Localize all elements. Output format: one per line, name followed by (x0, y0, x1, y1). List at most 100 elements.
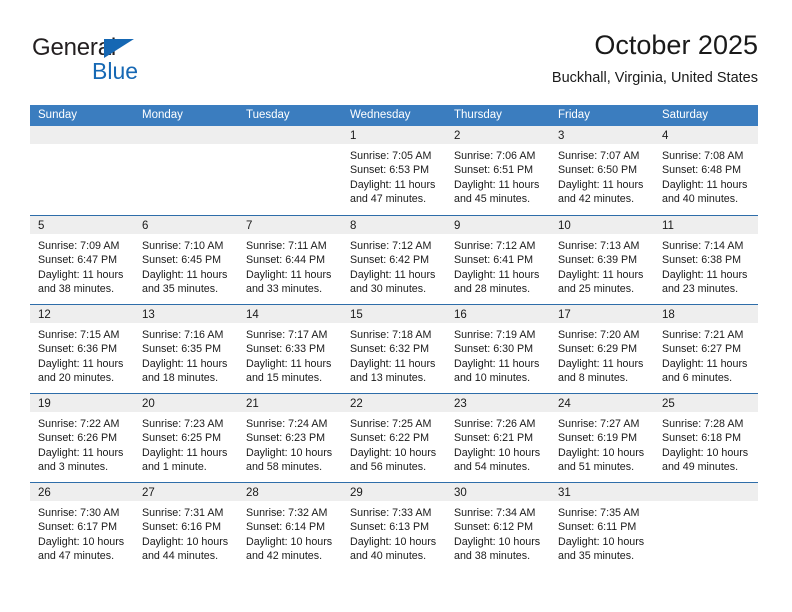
day-cell[interactable]: 2 Sunrise: 7:06 AM Sunset: 6:51 PM Dayli… (446, 126, 550, 215)
daylight-text-line2: and 47 minutes. (350, 193, 427, 206)
day-number-band (238, 126, 342, 144)
day-cell[interactable] (654, 483, 758, 571)
day-cell[interactable]: 20 Sunrise: 7:23 AM Sunset: 6:25 PM Dayl… (134, 394, 238, 482)
day-details: Sunrise: 7:12 AM Sunset: 6:41 PM Dayligh… (446, 234, 550, 297)
sunrise-text: Sunrise: 7:08 AM (662, 150, 744, 162)
sunrise-text: Sunrise: 7:18 AM (350, 329, 432, 341)
day-cell[interactable]: 21 Sunrise: 7:24 AM Sunset: 6:23 PM Dayl… (238, 394, 342, 482)
day-details: Sunrise: 7:05 AM Sunset: 6:53 PM Dayligh… (342, 144, 446, 207)
week-row: 5 Sunrise: 7:09 AM Sunset: 6:47 PM Dayli… (30, 215, 758, 304)
day-cell[interactable]: 22 Sunrise: 7:25 AM Sunset: 6:22 PM Dayl… (342, 394, 446, 482)
day-number-band: 8 (342, 216, 446, 234)
day-number-band: 12 (30, 305, 134, 323)
sunrise-text: Sunrise: 7:17 AM (246, 329, 328, 341)
day-number-band: 19 (30, 394, 134, 412)
day-cell[interactable]: 4 Sunrise: 7:08 AM Sunset: 6:48 PM Dayli… (654, 126, 758, 215)
sunrise-text: Sunrise: 7:19 AM (454, 329, 536, 341)
day-number: 25 (662, 398, 675, 410)
day-cell[interactable]: 24 Sunrise: 7:27 AM Sunset: 6:19 PM Dayl… (550, 394, 654, 482)
day-number: 21 (246, 398, 259, 410)
day-number-band (30, 126, 134, 144)
day-cell[interactable]: 10 Sunrise: 7:13 AM Sunset: 6:39 PM Dayl… (550, 216, 654, 304)
day-number-band: 1 (342, 126, 446, 144)
daylight-text-line2: and 58 minutes. (246, 461, 323, 474)
day-number-band: 29 (342, 483, 446, 501)
day-number-band: 3 (550, 126, 654, 144)
daylight-text-line1: Daylight: 11 hours (350, 178, 436, 191)
day-details: Sunrise: 7:28 AM Sunset: 6:18 PM Dayligh… (654, 412, 758, 475)
day-number-band (654, 483, 758, 501)
day-cell[interactable]: 5 Sunrise: 7:09 AM Sunset: 6:47 PM Dayli… (30, 216, 134, 304)
sunset-text: Sunset: 6:21 PM (454, 432, 534, 445)
day-cell[interactable]: 6 Sunrise: 7:10 AM Sunset: 6:45 PM Dayli… (134, 216, 238, 304)
sunset-text: Sunset: 6:27 PM (662, 343, 742, 356)
weekday-header-monday: Monday (142, 109, 183, 121)
day-number-band: 22 (342, 394, 446, 412)
daylight-text-line2: and 23 minutes. (662, 283, 739, 296)
day-cell[interactable]: 23 Sunrise: 7:26 AM Sunset: 6:21 PM Dayl… (446, 394, 550, 482)
day-number: 10 (558, 220, 571, 232)
day-number: 9 (454, 220, 461, 232)
day-cell[interactable]: 15 Sunrise: 7:18 AM Sunset: 6:32 PM Dayl… (342, 305, 446, 393)
day-cell[interactable]: 28 Sunrise: 7:32 AM Sunset: 6:14 PM Dayl… (238, 483, 342, 571)
sunset-text: Sunset: 6:38 PM (662, 254, 742, 267)
day-details (30, 144, 134, 149)
day-details: Sunrise: 7:12 AM Sunset: 6:42 PM Dayligh… (342, 234, 446, 297)
day-cell[interactable]: 17 Sunrise: 7:20 AM Sunset: 6:29 PM Dayl… (550, 305, 654, 393)
daylight-text-line2: and 1 minute. (142, 461, 207, 474)
day-cell[interactable]: 16 Sunrise: 7:19 AM Sunset: 6:30 PM Dayl… (446, 305, 550, 393)
title-block: October 2025 Buckhall, Virginia, United … (552, 28, 758, 89)
day-cell[interactable]: 8 Sunrise: 7:12 AM Sunset: 6:42 PM Dayli… (342, 216, 446, 304)
day-cell[interactable]: 27 Sunrise: 7:31 AM Sunset: 6:16 PM Dayl… (134, 483, 238, 571)
daylight-text-line1: Daylight: 11 hours (662, 178, 748, 191)
day-cell[interactable]: 12 Sunrise: 7:15 AM Sunset: 6:36 PM Dayl… (30, 305, 134, 393)
sunset-text: Sunset: 6:51 PM (454, 164, 534, 177)
day-cell[interactable]: 3 Sunrise: 7:07 AM Sunset: 6:50 PM Dayli… (550, 126, 654, 215)
daylight-text-line2: and 18 minutes. (142, 372, 219, 385)
day-cell[interactable]: 1 Sunrise: 7:05 AM Sunset: 6:53 PM Dayli… (342, 126, 446, 215)
day-cell[interactable]: 19 Sunrise: 7:22 AM Sunset: 6:26 PM Dayl… (30, 394, 134, 482)
day-number: 3 (558, 130, 565, 142)
day-details: Sunrise: 7:33 AM Sunset: 6:13 PM Dayligh… (342, 501, 446, 564)
day-details: Sunrise: 7:18 AM Sunset: 6:32 PM Dayligh… (342, 323, 446, 386)
sunset-text: Sunset: 6:23 PM (246, 432, 326, 445)
sunrise-text: Sunrise: 7:10 AM (142, 240, 224, 252)
brand-logo[interactable]: General Blue (30, 34, 230, 92)
day-details: Sunrise: 7:25 AM Sunset: 6:22 PM Dayligh… (342, 412, 446, 475)
daylight-text-line1: Daylight: 11 hours (558, 357, 644, 370)
day-cell[interactable]: 9 Sunrise: 7:12 AM Sunset: 6:41 PM Dayli… (446, 216, 550, 304)
day-cell[interactable]: 11 Sunrise: 7:14 AM Sunset: 6:38 PM Dayl… (654, 216, 758, 304)
daylight-text-line2: and 10 minutes. (454, 372, 531, 385)
day-cell[interactable] (30, 126, 134, 215)
brand-name-blue: Blue (92, 58, 139, 84)
day-cell[interactable]: 14 Sunrise: 7:17 AM Sunset: 6:33 PM Dayl… (238, 305, 342, 393)
daylight-text-line1: Daylight: 11 hours (142, 268, 228, 281)
daylight-text-line2: and 8 minutes. (558, 372, 629, 385)
daylight-text-line2: and 15 minutes. (246, 372, 323, 385)
calendar-page: General Blue October 2025 Buckhall, Virg… (0, 0, 792, 612)
day-cell[interactable]: 31 Sunrise: 7:35 AM Sunset: 6:11 PM Dayl… (550, 483, 654, 571)
day-number: 17 (558, 309, 571, 321)
day-cell[interactable]: 13 Sunrise: 7:16 AM Sunset: 6:35 PM Dayl… (134, 305, 238, 393)
sunrise-text: Sunrise: 7:12 AM (454, 240, 536, 252)
day-details: Sunrise: 7:15 AM Sunset: 6:36 PM Dayligh… (30, 323, 134, 386)
day-details: Sunrise: 7:31 AM Sunset: 6:16 PM Dayligh… (134, 501, 238, 564)
day-details (134, 144, 238, 149)
daylight-text-line1: Daylight: 11 hours (246, 357, 332, 370)
day-cell[interactable]: 30 Sunrise: 7:34 AM Sunset: 6:12 PM Dayl… (446, 483, 550, 571)
day-cell[interactable]: 29 Sunrise: 7:33 AM Sunset: 6:13 PM Dayl… (342, 483, 446, 571)
day-cell[interactable]: 7 Sunrise: 7:11 AM Sunset: 6:44 PM Dayli… (238, 216, 342, 304)
day-cell[interactable] (134, 126, 238, 215)
daylight-text-line1: Daylight: 11 hours (350, 268, 436, 281)
day-cell[interactable]: 18 Sunrise: 7:21 AM Sunset: 6:27 PM Dayl… (654, 305, 758, 393)
day-cell[interactable]: 26 Sunrise: 7:30 AM Sunset: 6:17 PM Dayl… (30, 483, 134, 571)
day-cell[interactable] (238, 126, 342, 215)
day-number-band: 24 (550, 394, 654, 412)
daylight-text-line1: Daylight: 11 hours (350, 357, 436, 370)
day-cell[interactable]: 25 Sunrise: 7:28 AM Sunset: 6:18 PM Dayl… (654, 394, 758, 482)
sunset-text: Sunset: 6:39 PM (558, 254, 638, 267)
daylight-text-line2: and 6 minutes. (662, 372, 733, 385)
day-number-band: 2 (446, 126, 550, 144)
day-details: Sunrise: 7:16 AM Sunset: 6:35 PM Dayligh… (134, 323, 238, 386)
daylight-text-line1: Daylight: 10 hours (246, 535, 333, 548)
